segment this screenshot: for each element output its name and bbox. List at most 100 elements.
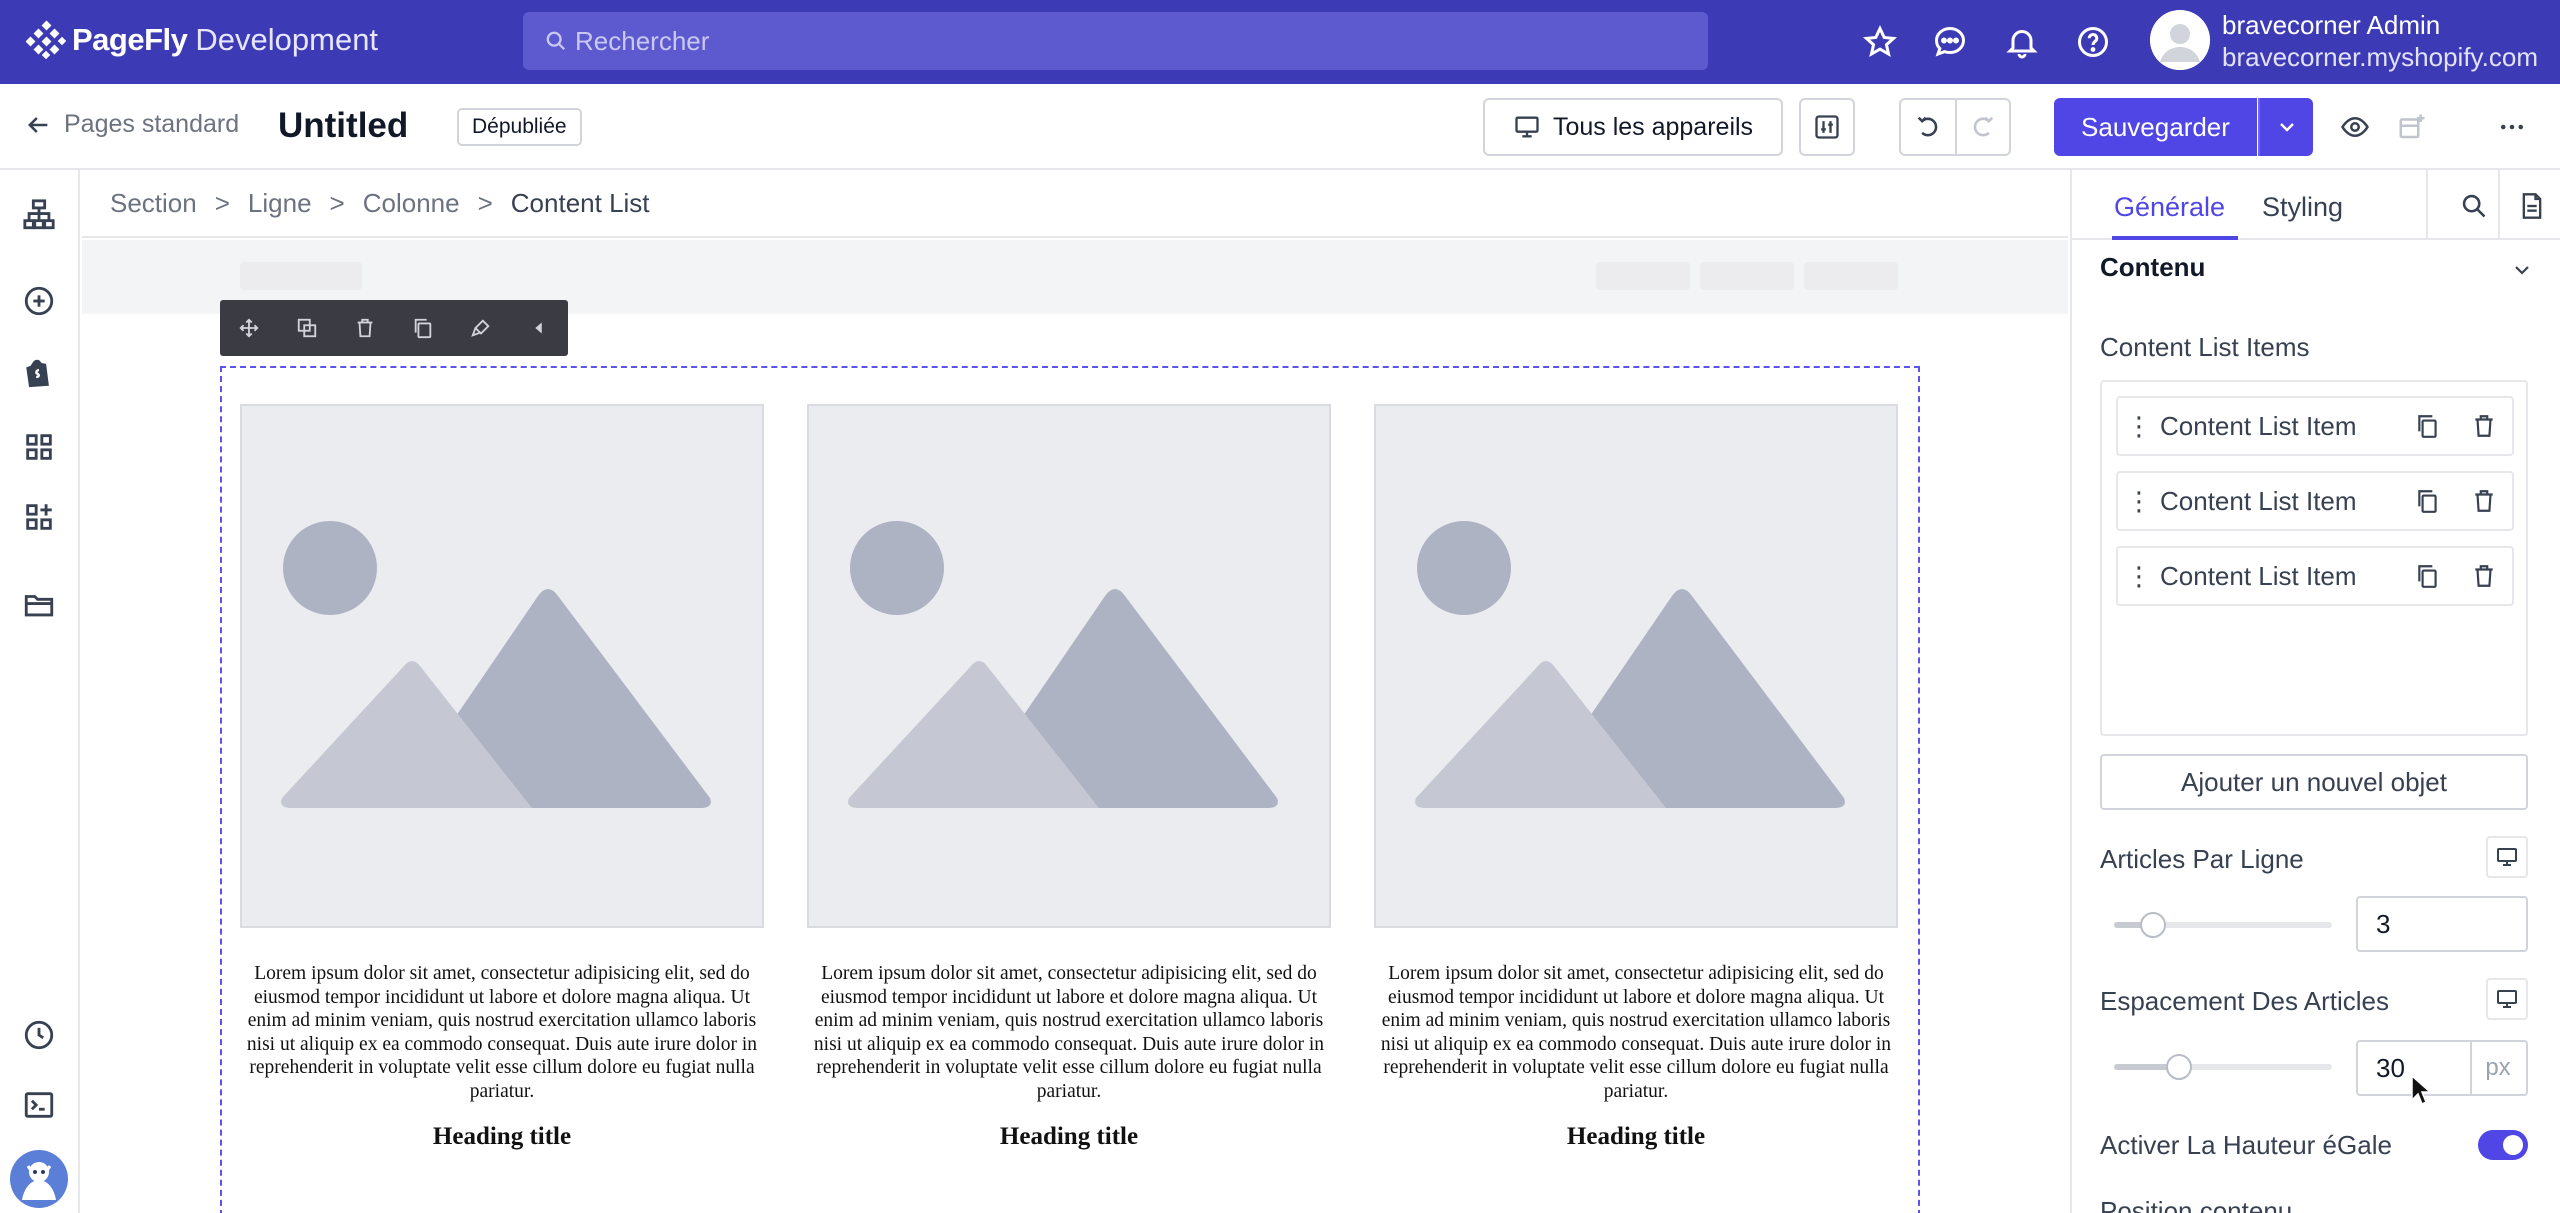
editor-canvas[interactable]: Lorem ipsum dolor sit amet, consectetur … bbox=[82, 240, 2068, 1213]
folder-icon[interactable] bbox=[22, 588, 56, 622]
save-options-button[interactable] bbox=[2258, 98, 2313, 156]
brush-icon bbox=[471, 319, 490, 337]
item-text: Lorem ipsum dolor sit amet, consectetur … bbox=[1380, 963, 1892, 1102]
duplicate-item-button[interactable] bbox=[2400, 563, 2456, 589]
user-name: bravecorner Admin bbox=[2222, 10, 2441, 40]
drag-handle-icon[interactable]: ⋮ bbox=[2118, 411, 2160, 442]
drag-handle-icon[interactable]: ⋮ bbox=[2118, 486, 2160, 517]
back-to-pages-link[interactable]: Pages standard bbox=[24, 110, 239, 139]
item-text: Lorem ipsum dolor sit amet, consectetur … bbox=[813, 963, 1325, 1102]
chevron-down-icon[interactable] bbox=[2510, 258, 2534, 282]
shopify-icon[interactable] bbox=[22, 356, 56, 390]
preview-button[interactable] bbox=[2327, 98, 2383, 156]
content-list-item[interactable]: Lorem ipsum dolor sit amet, consectetur … bbox=[1374, 404, 1898, 1151]
skeleton-placeholder bbox=[1596, 262, 1690, 290]
copy-icon bbox=[2418, 415, 2437, 438]
tab-divider bbox=[2426, 170, 2428, 240]
equal-height-label: Activer La Hauteur éGale bbox=[2100, 1130, 2392, 1160]
breadcrumb-separator: > bbox=[214, 187, 230, 218]
save-button[interactable]: Sauvegarder bbox=[2054, 98, 2257, 156]
panel-tabs: Générale Styling bbox=[2072, 170, 2560, 240]
redo-button[interactable] bbox=[1954, 100, 2009, 154]
responsive-device-button[interactable] bbox=[2486, 836, 2528, 878]
image-placeholder bbox=[807, 404, 1331, 928]
skeleton-placeholder bbox=[1804, 262, 1898, 290]
collapse-toolbar-button[interactable] bbox=[510, 300, 568, 356]
bell-icon[interactable] bbox=[2004, 24, 2040, 60]
chat-icon[interactable] bbox=[1932, 24, 1968, 60]
delete-item-button[interactable] bbox=[2456, 563, 2512, 589]
section-title-content[interactable]: Contenu bbox=[2100, 252, 2205, 283]
device-label: Tous les appareils bbox=[1552, 112, 1754, 141]
star-icon[interactable] bbox=[1862, 24, 1898, 60]
pagefly-logo[interactable]: PageFly Development bbox=[26, 20, 378, 60]
terminal-icon[interactable] bbox=[22, 1088, 56, 1122]
user-avatar[interactable] bbox=[2150, 10, 2210, 70]
element-toolbar bbox=[220, 300, 568, 356]
copy-button[interactable] bbox=[394, 300, 452, 356]
items-per-row-input[interactable]: 3 bbox=[2356, 896, 2528, 952]
item-spacing-slider[interactable] bbox=[2114, 1054, 2332, 1080]
content-list-item[interactable]: Lorem ipsum dolor sit amet, consectetur … bbox=[240, 404, 764, 1151]
trash-icon bbox=[2475, 415, 2493, 437]
equal-height-toggle[interactable] bbox=[2478, 1130, 2528, 1160]
tab-styling[interactable]: Styling bbox=[2262, 192, 2343, 223]
trash-icon bbox=[2475, 490, 2493, 512]
publish-button[interactable] bbox=[2384, 98, 2440, 156]
history-icon[interactable] bbox=[22, 1018, 56, 1052]
more-options-button[interactable] bbox=[2484, 98, 2540, 156]
back-label: Pages standard bbox=[64, 110, 240, 138]
page-title[interactable]: Untitled bbox=[278, 106, 408, 146]
breadcrumb-row[interactable]: Ligne bbox=[248, 188, 312, 219]
breadcrumb-column[interactable]: Colonne bbox=[363, 188, 460, 219]
unit-label: px bbox=[2470, 1040, 2528, 1096]
duplicate-item-button[interactable] bbox=[2400, 413, 2456, 439]
support-avatar-icon[interactable] bbox=[10, 1150, 68, 1208]
apps-icon[interactable] bbox=[22, 500, 56, 534]
list-item[interactable]: ⋮ Content List Item bbox=[2116, 546, 2514, 606]
item-text: Lorem ipsum dolor sit amet, consectetur … bbox=[246, 963, 758, 1102]
help-icon[interactable] bbox=[2075, 24, 2111, 60]
content-list-selected[interactable]: Lorem ipsum dolor sit amet, consectetur … bbox=[220, 366, 1920, 1213]
style-button[interactable] bbox=[452, 300, 510, 356]
skeleton-placeholder bbox=[1700, 262, 1794, 290]
document-icon[interactable] bbox=[2518, 192, 2546, 220]
responsive-device-button[interactable] bbox=[2486, 978, 2528, 1020]
slider-handle[interactable] bbox=[2166, 1054, 2192, 1080]
sliders-icon bbox=[1815, 115, 1839, 139]
layout-settings-button[interactable] bbox=[1799, 98, 1855, 156]
desktop-icon bbox=[2497, 848, 2517, 866]
content-list-item[interactable]: Lorem ipsum dolor sit amet, consectetur … bbox=[807, 404, 1331, 1151]
grid-icon[interactable] bbox=[22, 430, 56, 464]
slider-handle[interactable] bbox=[2140, 912, 2166, 938]
move-button[interactable] bbox=[220, 300, 278, 356]
list-item[interactable]: ⋮ Content List Item bbox=[2116, 396, 2514, 456]
duplicate-item-button[interactable] bbox=[2400, 488, 2456, 514]
delete-item-button[interactable] bbox=[2456, 488, 2512, 514]
breadcrumb-section[interactable]: Section bbox=[110, 188, 197, 219]
delete-item-button[interactable] bbox=[2456, 413, 2512, 439]
drag-handle-icon[interactable]: ⋮ bbox=[2118, 561, 2160, 592]
undo-button[interactable] bbox=[1901, 100, 1955, 154]
global-search-input[interactable]: Rechercher bbox=[523, 12, 1708, 70]
image-placeholder-icon bbox=[848, 521, 1278, 808]
duplicate-button[interactable] bbox=[278, 300, 336, 356]
publish-icon bbox=[2399, 114, 2425, 139]
editor-bar: Pages standard Untitled Dépubliée Tous l… bbox=[0, 84, 2560, 170]
top-bar: PageFly Development Rechercher bravecorn… bbox=[0, 0, 2560, 84]
tab-general[interactable]: Générale bbox=[2114, 192, 2225, 223]
layers-tree-icon[interactable] bbox=[22, 198, 56, 232]
items-per-row-slider[interactable] bbox=[2114, 912, 2332, 938]
panel-search-icon[interactable] bbox=[2460, 192, 2488, 220]
delete-button[interactable] bbox=[336, 300, 394, 356]
search-icon bbox=[546, 31, 566, 51]
device-selector-button[interactable]: Tous les appareils bbox=[1483, 98, 1783, 156]
item-spacing-label: Espacement Des Articles bbox=[2100, 986, 2390, 1016]
image-placeholder bbox=[240, 404, 764, 928]
add-item-button[interactable]: Ajouter un nouvel objet bbox=[2100, 754, 2528, 810]
environment-name: Development bbox=[195, 22, 379, 57]
breadcrumb-current: Content List bbox=[510, 187, 650, 218]
trash-icon bbox=[2475, 565, 2493, 587]
add-element-icon[interactable] bbox=[22, 284, 56, 318]
list-item[interactable]: ⋮ Content List Item bbox=[2116, 471, 2514, 531]
